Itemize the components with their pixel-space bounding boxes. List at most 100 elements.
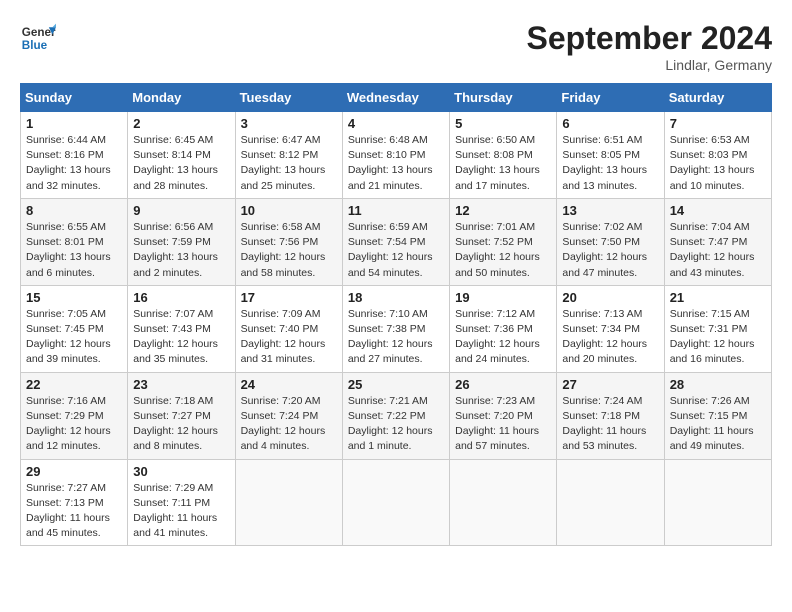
day-info: Sunrise: 7:10 AM Sunset: 7:38 PM Dayligh… xyxy=(348,307,444,368)
day-number: 26 xyxy=(455,377,551,392)
day-info: Sunrise: 7:24 AM Sunset: 7:18 PM Dayligh… xyxy=(562,394,658,455)
day-info: Sunrise: 7:15 AM Sunset: 7:31 PM Dayligh… xyxy=(670,307,766,368)
day-info: Sunrise: 7:13 AM Sunset: 7:34 PM Dayligh… xyxy=(562,307,658,368)
calendar-header-tuesday: Tuesday xyxy=(235,84,342,112)
calendar-header-monday: Monday xyxy=(128,84,235,112)
calendar-cell: 4 Sunrise: 6:48 AM Sunset: 8:10 PM Daylig… xyxy=(342,112,449,199)
calendar-header-thursday: Thursday xyxy=(450,84,557,112)
day-info: Sunrise: 7:12 AM Sunset: 7:36 PM Dayligh… xyxy=(455,307,551,368)
day-number: 22 xyxy=(26,377,122,392)
day-number: 30 xyxy=(133,464,229,479)
day-number: 7 xyxy=(670,116,766,131)
day-info: Sunrise: 6:56 AM Sunset: 7:59 PM Dayligh… xyxy=(133,220,229,281)
day-number: 20 xyxy=(562,290,658,305)
day-number: 10 xyxy=(241,203,337,218)
day-info: Sunrise: 6:50 AM Sunset: 8:08 PM Dayligh… xyxy=(455,133,551,194)
day-info: Sunrise: 6:48 AM Sunset: 8:10 PM Dayligh… xyxy=(348,133,444,194)
day-number: 18 xyxy=(348,290,444,305)
day-number: 24 xyxy=(241,377,337,392)
calendar-cell: 6Sunrise: 6:51 AM Sunset: 8:05 PM Daylig… xyxy=(557,112,664,199)
calendar-header-friday: Friday xyxy=(557,84,664,112)
day-number: 21 xyxy=(670,290,766,305)
calendar-cell: 21 Sunrise: 7:15 AM Sunset: 7:31 PM Dayli… xyxy=(664,285,771,372)
day-info: Sunrise: 7:27 AM Sunset: 7:13 PM Dayligh… xyxy=(26,481,122,542)
day-info: Sunrise: 6:55 AM Sunset: 8:01 PM Dayligh… xyxy=(26,220,122,281)
day-number: 17 xyxy=(241,290,337,305)
day-number: 3 xyxy=(241,116,337,131)
day-info: Sunrise: 7:26 AM Sunset: 7:15 PM Dayligh… xyxy=(670,394,766,455)
day-info: Sunrise: 7:18 AM Sunset: 7:27 PM Dayligh… xyxy=(133,394,229,455)
day-info: Sunrise: 6:45 AM Sunset: 8:14 PM Dayligh… xyxy=(133,133,229,194)
calendar-cell xyxy=(235,459,342,546)
calendar-cell: 16Sunrise: 7:07 AM Sunset: 7:43 PM Dayli… xyxy=(128,285,235,372)
calendar-cell xyxy=(557,459,664,546)
day-info: Sunrise: 6:53 AM Sunset: 8:03 PM Dayligh… xyxy=(670,133,766,194)
day-number: 19 xyxy=(455,290,551,305)
day-info: Sunrise: 7:01 AM Sunset: 7:52 PM Dayligh… xyxy=(455,220,551,281)
calendar-cell: 11 Sunrise: 6:59 AM Sunset: 7:54 PM Dayli… xyxy=(342,198,449,285)
calendar-cell: 24 Sunrise: 7:20 AM Sunset: 7:24 PM Dayli… xyxy=(235,372,342,459)
day-info: Sunrise: 7:16 AM Sunset: 7:29 PM Dayligh… xyxy=(26,394,122,455)
day-number: 12 xyxy=(455,203,551,218)
day-info: Sunrise: 7:23 AM Sunset: 7:20 PM Dayligh… xyxy=(455,394,551,455)
day-number: 9 xyxy=(133,203,229,218)
calendar-week-row: 8 Sunrise: 6:55 AM Sunset: 8:01 PM Daylig… xyxy=(21,198,772,285)
calendar-cell: 25Sunrise: 7:21 AM Sunset: 7:22 PM Dayli… xyxy=(342,372,449,459)
day-number: 4 xyxy=(348,116,444,131)
logo: General Blue xyxy=(20,20,56,56)
day-number: 6 xyxy=(562,116,658,131)
calendar-cell xyxy=(664,459,771,546)
calendar-cell: 17 Sunrise: 7:09 AM Sunset: 7:40 PM Dayli… xyxy=(235,285,342,372)
calendar-header-wednesday: Wednesday xyxy=(342,84,449,112)
day-info: Sunrise: 6:59 AM Sunset: 7:54 PM Dayligh… xyxy=(348,220,444,281)
day-info: Sunrise: 7:20 AM Sunset: 7:24 PM Dayligh… xyxy=(241,394,337,455)
calendar-cell xyxy=(342,459,449,546)
month-title: September 2024 xyxy=(527,20,772,57)
calendar-cell: 2 Sunrise: 6:45 AM Sunset: 8:14 PM Daylig… xyxy=(128,112,235,199)
calendar-cell: 26 Sunrise: 7:23 AM Sunset: 7:20 PM Dayli… xyxy=(450,372,557,459)
day-number: 23 xyxy=(133,377,229,392)
calendar-cell: 12 Sunrise: 7:01 AM Sunset: 7:52 PM Dayli… xyxy=(450,198,557,285)
logo-icon: General Blue xyxy=(20,20,56,56)
day-number: 14 xyxy=(670,203,766,218)
calendar-cell: 5 Sunrise: 6:50 AM Sunset: 8:08 PM Daylig… xyxy=(450,112,557,199)
calendar-cell: 22 Sunrise: 7:16 AM Sunset: 7:29 PM Dayli… xyxy=(21,372,128,459)
day-number: 5 xyxy=(455,116,551,131)
calendar-cell: 3 Sunrise: 6:47 AM Sunset: 8:12 PM Daylig… xyxy=(235,112,342,199)
calendar-table: SundayMondayTuesdayWednesdayThursdayFrid… xyxy=(20,83,772,546)
day-info: Sunrise: 7:02 AM Sunset: 7:50 PM Dayligh… xyxy=(562,220,658,281)
calendar-cell xyxy=(450,459,557,546)
calendar-header-saturday: Saturday xyxy=(664,84,771,112)
day-info: Sunrise: 7:29 AM Sunset: 7:11 PM Dayligh… xyxy=(133,481,229,542)
calendar-cell: 20 Sunrise: 7:13 AM Sunset: 7:34 PM Dayli… xyxy=(557,285,664,372)
calendar-week-row: 22 Sunrise: 7:16 AM Sunset: 7:29 PM Dayli… xyxy=(21,372,772,459)
calendar-cell: 9 Sunrise: 6:56 AM Sunset: 7:59 PM Daylig… xyxy=(128,198,235,285)
day-number: 15 xyxy=(26,290,122,305)
calendar-header-row: SundayMondayTuesdayWednesdayThursdayFrid… xyxy=(21,84,772,112)
day-number: 29 xyxy=(26,464,122,479)
day-info: Sunrise: 7:09 AM Sunset: 7:40 PM Dayligh… xyxy=(241,307,337,368)
calendar-week-row: 15 Sunrise: 7:05 AM Sunset: 7:45 PM Dayli… xyxy=(21,285,772,372)
day-info: Sunrise: 7:05 AM Sunset: 7:45 PM Dayligh… xyxy=(26,307,122,368)
calendar-cell: 13 Sunrise: 7:02 AM Sunset: 7:50 PM Dayli… xyxy=(557,198,664,285)
calendar-cell: 18 Sunrise: 7:10 AM Sunset: 7:38 PM Dayli… xyxy=(342,285,449,372)
day-number: 8 xyxy=(26,203,122,218)
day-number: 16 xyxy=(133,290,229,305)
day-info: Sunrise: 7:04 AM Sunset: 7:47 PM Dayligh… xyxy=(670,220,766,281)
day-number: 13 xyxy=(562,203,658,218)
calendar-cell: 14 Sunrise: 7:04 AM Sunset: 7:47 PM Dayli… xyxy=(664,198,771,285)
day-number: 11 xyxy=(348,203,444,218)
calendar-cell: 30 Sunrise: 7:29 AM Sunset: 7:11 PM Dayli… xyxy=(128,459,235,546)
calendar-cell: 1Sunrise: 6:44 AM Sunset: 8:16 PM Daylig… xyxy=(21,112,128,199)
day-number: 27 xyxy=(562,377,658,392)
day-number: 1 xyxy=(26,116,122,131)
day-info: Sunrise: 6:58 AM Sunset: 7:56 PM Dayligh… xyxy=(241,220,337,281)
title-area: September 2024 Lindlar, Germany xyxy=(527,20,772,73)
calendar-cell: 7 Sunrise: 6:53 AM Sunset: 8:03 PM Daylig… xyxy=(664,112,771,199)
day-info: Sunrise: 6:47 AM Sunset: 8:12 PM Dayligh… xyxy=(241,133,337,194)
calendar-cell: 8 Sunrise: 6:55 AM Sunset: 8:01 PM Daylig… xyxy=(21,198,128,285)
day-info: Sunrise: 7:21 AM Sunset: 7:22 PM Dayligh… xyxy=(348,394,444,455)
calendar-cell: 28Sunrise: 7:26 AM Sunset: 7:15 PM Dayli… xyxy=(664,372,771,459)
day-number: 2 xyxy=(133,116,229,131)
calendar-cell: 15 Sunrise: 7:05 AM Sunset: 7:45 PM Dayli… xyxy=(21,285,128,372)
